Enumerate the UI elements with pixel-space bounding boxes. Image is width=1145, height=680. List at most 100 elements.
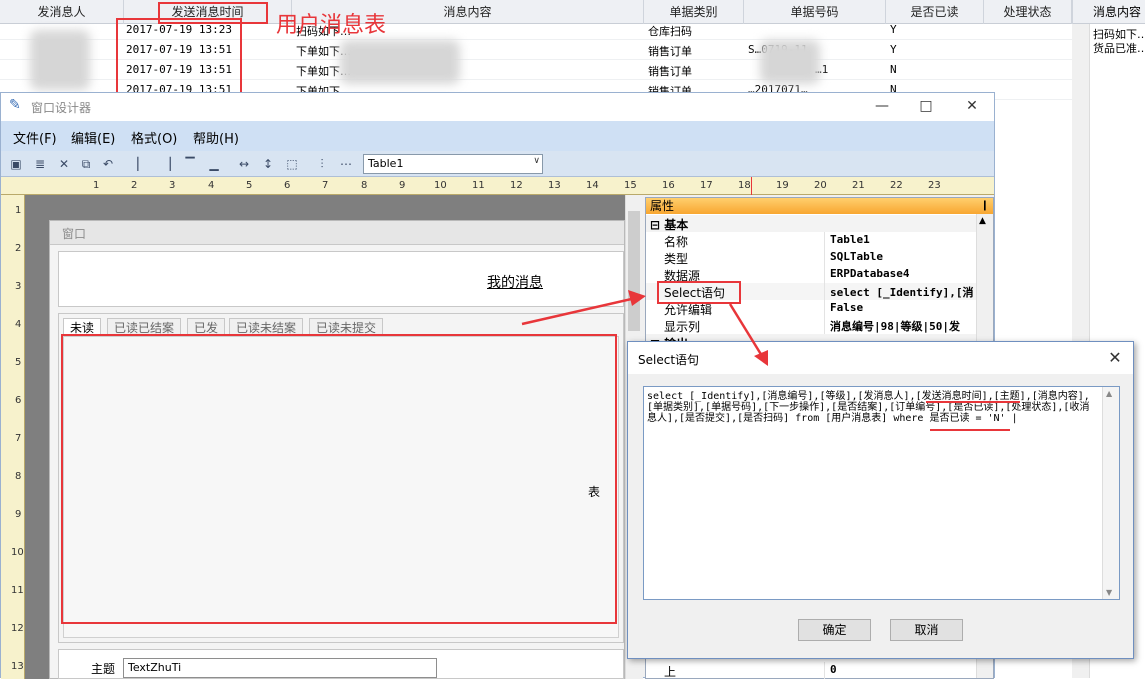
ruler-tick-label: 20 bbox=[814, 180, 827, 191]
dialog-title-bar: Select语句 ✕ bbox=[628, 342, 1133, 374]
form-title: 窗口 bbox=[62, 227, 87, 241]
ruler-tick-label: 9 bbox=[399, 180, 406, 191]
menu-format[interactable]: 格式(O) bbox=[131, 128, 177, 147]
property-panel-header: 属性 ❙ bbox=[646, 198, 993, 214]
sql-editor[interactable]: select [_Identify],[消息编号],[等级],[发消息人],[发… bbox=[643, 386, 1120, 600]
ruler-tick-label: 5 bbox=[246, 180, 253, 191]
ruler-tick-label: 16 bbox=[662, 180, 675, 191]
row-read: Y bbox=[890, 23, 897, 36]
ruler-tick-label: 11 bbox=[472, 180, 485, 191]
same-size-icon[interactable]: ⬚ bbox=[283, 155, 301, 173]
property-panel-title: 属性 bbox=[650, 199, 675, 213]
ruler-tick-label: 3 bbox=[169, 180, 176, 191]
bottom-panel: 主题 TextZhuTi bbox=[58, 649, 624, 679]
copy-icon[interactable]: ⧉ bbox=[77, 155, 95, 173]
minimize-icon[interactable]: — bbox=[867, 96, 897, 116]
ruler-tick-label: 6 bbox=[284, 180, 291, 191]
property-row[interactable]: 名称 Table1 bbox=[646, 232, 976, 249]
save-as-icon[interactable]: ≣ bbox=[31, 155, 49, 173]
menu-help[interactable]: 帮助(H) bbox=[193, 128, 239, 147]
property-value: Table1 bbox=[830, 233, 870, 246]
horizontal-ruler: 1 2 3 4 5 6 7 8 9 10 11 12 13 14 15 16 1… bbox=[1, 177, 994, 195]
subject-label: 主题 bbox=[91, 662, 116, 676]
toolbar: ▣ ≣ ✕ ⧉ ↶ ▏ ▕ ▔ ▁ ↔ ↕ ⬚ ⫶ ⋯ Table1 ∨ bbox=[1, 151, 994, 177]
property-key: 名称 bbox=[664, 235, 689, 249]
ruler-tick-label: 12 bbox=[11, 623, 24, 634]
ruler-tick-label: 15 bbox=[624, 180, 637, 191]
ruler-tick-label: 13 bbox=[11, 661, 24, 672]
designer-app-icon: ✎ bbox=[9, 97, 21, 113]
same-width-icon[interactable]: ↔ bbox=[235, 155, 253, 173]
close-icon[interactable]: ✕ bbox=[957, 96, 987, 116]
property-row[interactable]: 类型 SQLTable bbox=[646, 249, 976, 266]
property-value: False bbox=[830, 301, 864, 314]
ruler-tick-label: 19 bbox=[776, 180, 789, 191]
scroll-thumb[interactable] bbox=[628, 211, 640, 331]
distribute-h-icon[interactable]: ⋯ bbox=[337, 155, 355, 173]
scroll-up-icon[interactable]: ▲ bbox=[979, 216, 986, 226]
dialog-close-icon[interactable]: ✕ bbox=[1103, 346, 1127, 370]
side-panel-header: 消息内容 bbox=[1073, 0, 1145, 24]
title-bar: ✎ 窗口设计器 — □ ✕ bbox=[1, 93, 994, 121]
ruler-tick-label: 9 bbox=[15, 509, 22, 520]
window-title: 窗口设计器 bbox=[31, 101, 92, 115]
privacy-blur bbox=[340, 40, 460, 84]
sql-scrollbar[interactable]: ▲ ▼ bbox=[1102, 387, 1119, 599]
menu-file[interactable]: 文件(F) bbox=[13, 128, 57, 147]
vertical-ruler: 1 2 3 4 5 6 7 8 9 10 11 12 13 bbox=[1, 195, 25, 679]
property-row[interactable]: 上0 bbox=[646, 662, 976, 679]
privacy-blur bbox=[30, 30, 90, 90]
property-value: ERPDatabase4 bbox=[830, 267, 910, 280]
pin-icon[interactable]: ❙ bbox=[981, 198, 989, 214]
same-height-icon[interactable]: ↕ bbox=[259, 155, 277, 173]
property-value: select [_Identify],[消 bbox=[830, 286, 974, 299]
ruler-tick-label: 13 bbox=[548, 180, 561, 191]
form-title-bar: 窗口 bbox=[50, 221, 624, 245]
component-select[interactable]: Table1 ∨ bbox=[363, 154, 543, 174]
row-read: Y bbox=[890, 43, 897, 56]
ruler-tick-label: 2 bbox=[15, 243, 22, 254]
highlight-select-property bbox=[657, 281, 741, 304]
privacy-blur bbox=[760, 40, 820, 84]
cancel-button[interactable]: 取消 bbox=[890, 619, 963, 641]
subject-textbox[interactable]: TextZhuTi bbox=[123, 658, 437, 678]
dialog-title: Select语句 bbox=[638, 353, 700, 367]
highlight-table bbox=[61, 334, 617, 624]
ruler-tick-label: 8 bbox=[361, 180, 368, 191]
distribute-v-icon[interactable]: ⫶ bbox=[313, 155, 331, 173]
ok-button[interactable]: 确定 bbox=[798, 619, 871, 641]
scroll-down-icon[interactable]: ▼ bbox=[1106, 588, 1112, 597]
row-read: N bbox=[890, 63, 897, 76]
menu-edit[interactable]: 编辑(E) bbox=[71, 128, 115, 147]
align-bottom-icon[interactable]: ▁ bbox=[205, 155, 223, 173]
property-group-basic[interactable]: ⊟ 基本 bbox=[646, 215, 976, 232]
save-icon[interactable]: ▣ bbox=[7, 155, 25, 173]
align-left-icon[interactable]: ▏ bbox=[133, 155, 151, 173]
sql-text[interactable]: select [_Identify],[消息编号],[等级],[发消息人],[发… bbox=[647, 391, 1097, 424]
align-right-icon[interactable]: ▕ bbox=[157, 155, 175, 173]
row-type: 销售订单 bbox=[648, 45, 692, 58]
ruler-tick-label: 1 bbox=[15, 205, 22, 216]
property-key: 显示列 bbox=[664, 320, 701, 334]
maximize-icon[interactable]: □ bbox=[911, 96, 941, 116]
heading-panel[interactable]: 我的消息 bbox=[58, 251, 624, 307]
property-key: 上 bbox=[664, 665, 677, 679]
ruler-tick-label: 7 bbox=[15, 433, 22, 444]
form-heading[interactable]: 我的消息 bbox=[487, 272, 543, 292]
ruler-cursor-marker bbox=[751, 177, 752, 195]
align-top-icon[interactable]: ▔ bbox=[181, 155, 199, 173]
ruler-tick-label: 5 bbox=[15, 357, 22, 368]
component-select-value: Table1 bbox=[368, 157, 404, 170]
ruler-tick-label: 23 bbox=[928, 180, 941, 191]
property-value: 消息编号|98|等级|50|发 bbox=[830, 320, 960, 333]
ruler-tick-label: 10 bbox=[11, 547, 24, 558]
row-type: 销售订单 bbox=[648, 65, 692, 78]
undo-icon[interactable]: ↶ bbox=[99, 155, 117, 173]
ruler-tick-label: 6 bbox=[15, 395, 22, 406]
property-row[interactable]: 显示列 消息编号|98|等级|50|发 bbox=[646, 317, 976, 334]
scroll-up-icon[interactable]: ▲ bbox=[1106, 389, 1112, 398]
delete-icon[interactable]: ✕ bbox=[55, 155, 73, 173]
row-type: 仓库扫码 bbox=[648, 25, 692, 38]
ruler-tick-label: 14 bbox=[586, 180, 599, 191]
property-value: 0 bbox=[830, 663, 837, 676]
